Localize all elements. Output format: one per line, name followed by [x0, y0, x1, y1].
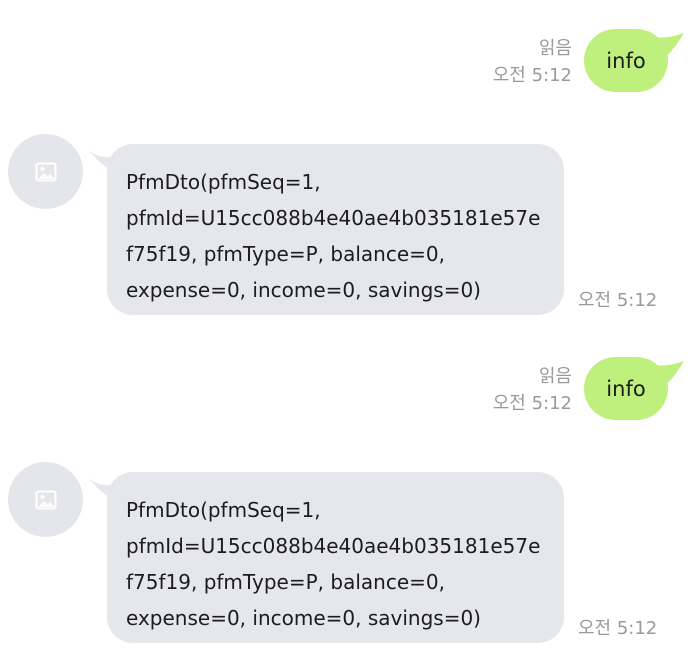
message-time: 오전 5:12 — [578, 290, 658, 311]
message-line: PfmDto(pfmSeq=1, — [126, 170, 321, 194]
incoming-message: PfmDto(pfmSeq=1, pfmId=U15cc088b4e40ae4b… — [0, 134, 688, 315]
incoming-message: PfmDto(pfmSeq=1, pfmId=U15cc088b4e40ae4b… — [0, 462, 688, 643]
outgoing-message: 읽음 오전 5:12 info — [0, 29, 688, 99]
outgoing-bubble[interactable]: info — [584, 357, 668, 420]
avatar[interactable] — [8, 462, 83, 537]
message-line: pfmId=U15cc088b4e40ae4b035181e57e — [126, 206, 541, 230]
outgoing-bubble[interactable]: info — [584, 29, 668, 92]
message-time: 오전 5:12 — [578, 618, 658, 639]
message-line: expense=0, income=0, savings=0) — [126, 278, 481, 302]
message-line: PfmDto(pfmSeq=1, — [126, 498, 321, 522]
message-text: info — [606, 48, 646, 73]
incoming-bubble[interactable]: PfmDto(pfmSeq=1, pfmId=U15cc088b4e40ae4b… — [107, 472, 564, 643]
image-placeholder-icon — [35, 490, 56, 509]
image-placeholder-icon — [35, 162, 56, 181]
message-line: f75f19, pfmType=P, balance=0, — [126, 570, 445, 594]
incoming-bubble[interactable]: PfmDto(pfmSeq=1, pfmId=U15cc088b4e40ae4b… — [107, 144, 564, 315]
read-receipt: 읽음 — [538, 38, 572, 59]
message-meta: 읽음 오전 5:12 — [493, 363, 572, 417]
message-line: pfmId=U15cc088b4e40ae4b035181e57e — [126, 534, 541, 558]
message-time: 오전 5:12 — [492, 393, 572, 414]
message-line: f75f19, pfmType=P, balance=0, — [126, 242, 445, 266]
message-line: expense=0, income=0, savings=0) — [126, 606, 481, 630]
avatar[interactable] — [8, 134, 83, 209]
read-receipt: 읽음 — [538, 366, 572, 387]
message-time: 오전 5:12 — [492, 65, 572, 86]
outgoing-message: 읽음 오전 5:12 info — [0, 357, 688, 427]
message-text: info — [606, 376, 646, 401]
message-meta: 읽음 오전 5:12 — [493, 35, 572, 89]
chat-message-list: 읽음 오전 5:12 info PfmDto(pfmSeq=1, pfmId=U… — [0, 0, 688, 666]
